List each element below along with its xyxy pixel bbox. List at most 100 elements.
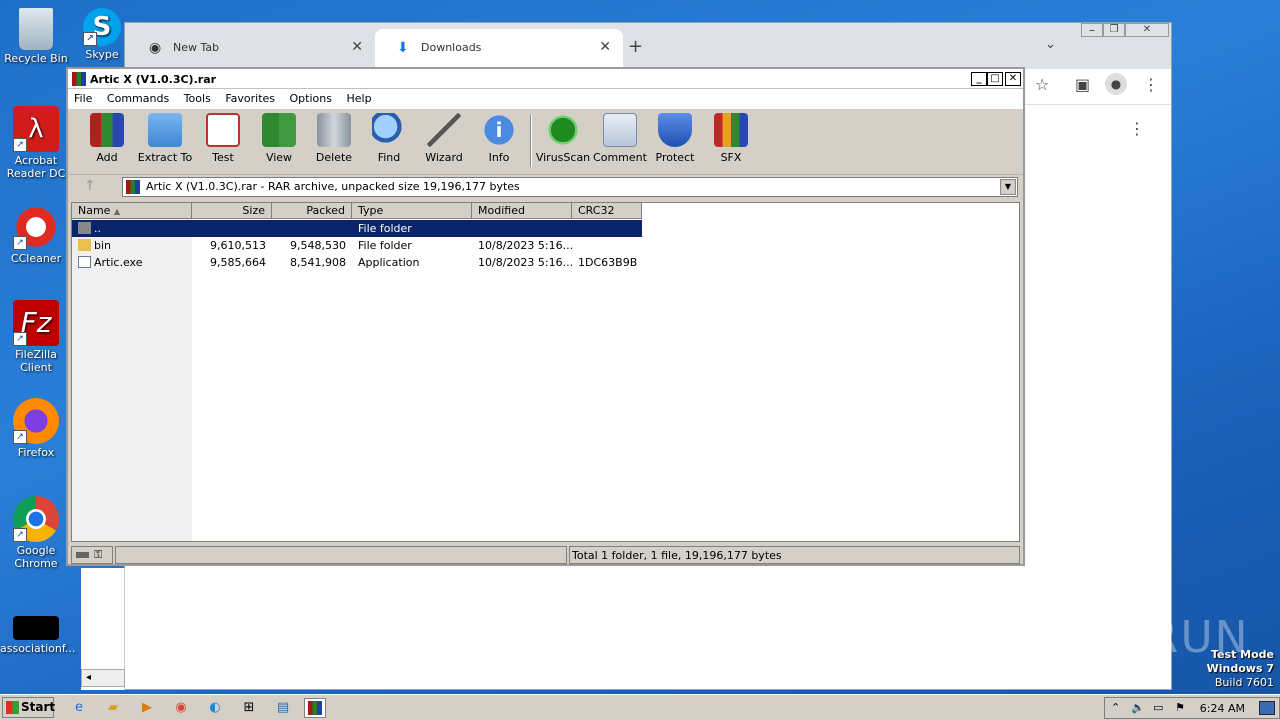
- table-row[interactable]: Artic.exe 9,585,664 8,541,908 Applicatio…: [72, 254, 642, 271]
- sfx-button[interactable]: SFX: [702, 113, 760, 164]
- column-header-packed[interactable]: Packed: [272, 203, 352, 219]
- chrome-tab-strip: ◉ New Tab ✕ ⬇ Downloads ✕ + ⌄ – ❐ ✕: [125, 23, 1171, 69]
- desktop-icon-firefox[interactable]: ↗ Firefox: [0, 398, 72, 459]
- edge-icon[interactable]: ◐: [204, 698, 226, 718]
- desktop-icon-label: Recycle Bin: [4, 52, 68, 65]
- toolbar-separator: [530, 115, 532, 167]
- downloads-more-icon[interactable]: ⋮: [1129, 119, 1145, 138]
- menu-favorites[interactable]: Favorites: [225, 92, 275, 105]
- desktop-icon-recycle-bin[interactable]: Recycle Bin: [0, 8, 72, 65]
- skype-icon: S ↗: [83, 8, 121, 46]
- wizard-button[interactable]: Wizard: [415, 113, 473, 164]
- comment-button[interactable]: Comment: [591, 113, 649, 164]
- media-player-icon[interactable]: ▶: [136, 698, 158, 718]
- show-hidden-icons-icon[interactable]: ⌃: [1111, 701, 1120, 714]
- new-tab-plus-icon[interactable]: +: [628, 36, 643, 57]
- restore-icon[interactable]: ❐: [1103, 23, 1125, 37]
- tab-label: Downloads: [421, 41, 482, 54]
- extract-to-button[interactable]: Extract To: [136, 113, 194, 164]
- winrar-taskbar-icon[interactable]: [304, 698, 326, 718]
- desktop-icon-filezilla[interactable]: Fz ↗ FileZilla Client: [0, 300, 72, 374]
- menu-tools[interactable]: Tools: [184, 92, 211, 105]
- internet-explorer-icon[interactable]: e: [68, 698, 90, 718]
- info-icon: i: [482, 113, 516, 147]
- start-button[interactable]: Start: [2, 697, 55, 718]
- column-header-size[interactable]: Size: [192, 203, 272, 219]
- clock[interactable]: 6:24 AM: [1200, 702, 1245, 715]
- bookmark-star-icon[interactable]: ☆: [1035, 75, 1049, 94]
- maximize-icon[interactable]: □: [987, 72, 1003, 86]
- tab-new-tab[interactable]: ◉ New Tab ✕: [127, 29, 375, 69]
- key-icon: ⚿: [94, 548, 103, 561]
- desktop-icon-label: CCleaner: [10, 252, 62, 265]
- delete-button[interactable]: Delete: [305, 113, 363, 164]
- virusscan-button[interactable]: VirusScan: [534, 113, 592, 164]
- checklist-icon: [206, 113, 240, 147]
- status-pane: [115, 546, 567, 564]
- info-button[interactable]: i Info: [470, 113, 528, 164]
- close-window-icon[interactable]: ✕: [1125, 23, 1169, 37]
- up-one-level-icon[interactable]: ↑: [84, 178, 96, 194]
- find-button[interactable]: Find: [360, 113, 418, 164]
- filezilla-icon: Fz ↗: [13, 300, 59, 346]
- network-tool-icon[interactable]: ⊞: [238, 698, 260, 718]
- add-button[interactable]: Add: [78, 113, 136, 164]
- trash-icon: [317, 113, 351, 147]
- menu-commands[interactable]: Commands: [107, 92, 169, 105]
- column-header-modified[interactable]: Modified: [472, 203, 572, 219]
- desktop-icon-skype[interactable]: S ↗ Skype: [72, 8, 132, 61]
- horizontal-scrollbar[interactable]: ◂: [81, 669, 125, 687]
- menu-options[interactable]: Options: [290, 92, 332, 105]
- tab-downloads[interactable]: ⬇ Downloads ✕: [375, 29, 623, 69]
- side-panel-icon[interactable]: ▣: [1075, 75, 1090, 94]
- view-button[interactable]: View: [250, 113, 308, 164]
- minimize-icon[interactable]: –: [1081, 23, 1103, 37]
- desktop-icon-ccleaner[interactable]: ↗ CCleaner: [0, 204, 72, 265]
- download-icon: ⬇: [397, 40, 409, 56]
- desktop-icon-label: Google Chrome: [14, 544, 58, 570]
- menu-bar: File Commands Tools Favorites Options He…: [68, 89, 1023, 109]
- file-explorer-icon[interactable]: ▰: [102, 698, 124, 718]
- close-icon[interactable]: ✕: [351, 39, 363, 55]
- desktop-icon-label: Firefox: [17, 446, 55, 459]
- close-icon[interactable]: ✕: [599, 39, 611, 55]
- chrome-icon: ↗: [13, 496, 59, 542]
- protect-button[interactable]: Protect: [646, 113, 704, 164]
- winrar-app-icon: [72, 72, 86, 86]
- desktop-icon-acrobat[interactable]: λ ↗ Acrobat Reader DC: [0, 106, 72, 180]
- acrobat-icon: λ ↗: [13, 106, 59, 152]
- notepad-icon[interactable]: ▤: [272, 698, 294, 718]
- table-row[interactable]: .. File folder: [72, 220, 642, 237]
- close-icon[interactable]: ✕: [1005, 72, 1021, 86]
- firefox-icon: ↗: [13, 398, 59, 444]
- desktop-icon-chrome[interactable]: ↗ Google Chrome: [0, 496, 72, 570]
- chrome-taskbar-icon[interactable]: ◉: [170, 698, 192, 718]
- network-icon[interactable]: ▭: [1153, 701, 1163, 714]
- profile-avatar-icon[interactable]: ●: [1105, 73, 1127, 95]
- winrar-title-bar[interactable]: Artic X (V1.0.3C).rar _ □ ✕: [68, 69, 1023, 89]
- flag-icon[interactable]: ⚑: [1175, 701, 1185, 714]
- winrar-archive-icon: [126, 180, 140, 194]
- menu-kebab-icon[interactable]: ⋮: [1143, 75, 1159, 94]
- show-desktop-icon[interactable]: [1259, 701, 1275, 715]
- column-header-crc32[interactable]: CRC32: [572, 203, 642, 219]
- dropdown-arrow-icon[interactable]: ▼: [1000, 179, 1016, 195]
- desktop-icon-association[interactable]: associationf...: [0, 616, 76, 655]
- column-header-type[interactable]: Type: [352, 203, 472, 219]
- sfx-package-icon: [714, 113, 748, 147]
- column-header-name[interactable]: Name ▲: [72, 203, 192, 219]
- add-archive-icon: [90, 113, 124, 147]
- menu-help[interactable]: Help: [346, 92, 371, 105]
- volume-icon[interactable]: 🔈: [1131, 701, 1145, 714]
- test-button[interactable]: Test: [194, 113, 252, 164]
- blank-file-icon: [13, 616, 59, 640]
- desktop-icon-label: associationf...: [0, 642, 76, 655]
- status-bar: ⚿ Total 1 folder, 1 file, 19,196,177 byt…: [71, 546, 1020, 564]
- table-row[interactable]: bin 9,610,513 9,548,530 File folder 10/8…: [72, 237, 642, 254]
- windows-logo-icon: [6, 701, 19, 714]
- archive-path-dropdown[interactable]: Artic X (V1.0.3C).rar - RAR archive, unp…: [122, 177, 1018, 197]
- tab-search-chevron-icon[interactable]: ⌄: [1045, 37, 1056, 52]
- minimize-icon[interactable]: _: [971, 72, 987, 86]
- menu-file[interactable]: File: [74, 92, 92, 105]
- winrar-toolbar: Add Extract To Test View Delete Find Wiz…: [68, 109, 1023, 175]
